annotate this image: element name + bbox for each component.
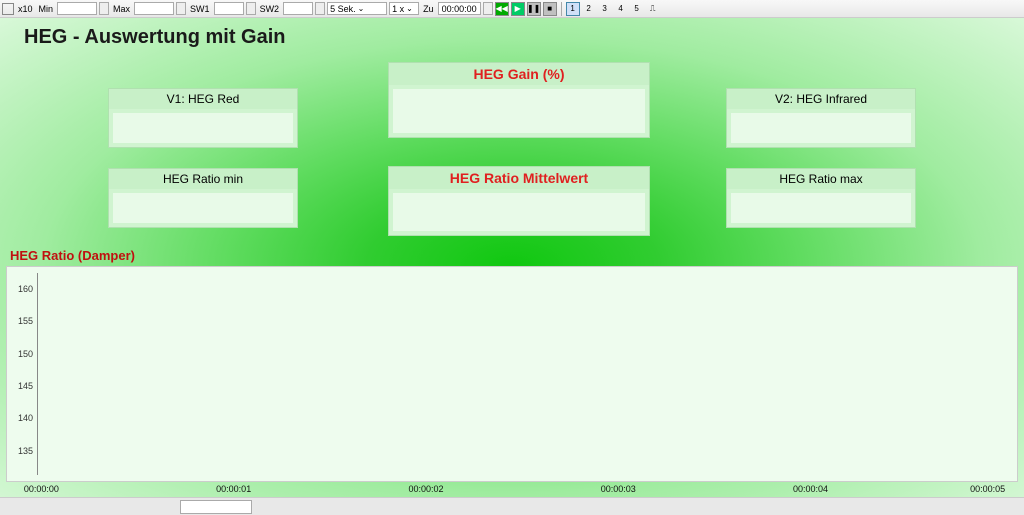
panel-ratio-mittel-title: HEG Ratio Mittelwert	[389, 167, 649, 189]
panel-ratio-min: HEG Ratio min	[108, 168, 298, 228]
layout-button[interactable]: ⎍	[646, 2, 660, 16]
speed-dropdown[interactable]: 1 x	[389, 2, 419, 15]
chart-title: HEG Ratio (Damper)	[10, 248, 135, 263]
page-3-button[interactable]: 3	[598, 2, 612, 16]
y-axis: 160 155 150 145 140 135	[7, 273, 37, 475]
sw1-input[interactable]	[214, 2, 244, 15]
panel-heg-gain: HEG Gain (%)	[388, 62, 650, 138]
separator	[561, 2, 562, 16]
stop-button[interactable]: ■	[543, 2, 557, 16]
panel-ratio-mittel-value	[393, 193, 645, 231]
panel-v1-red: V1: HEG Red	[108, 88, 298, 148]
play-button[interactable]: ▶	[511, 2, 525, 16]
max-input[interactable]	[134, 2, 174, 15]
toolbar: x10 Min Max SW1 SW2 5 Sek. 1 x Zu 00:00:…	[0, 0, 1024, 18]
max-spinner[interactable]	[176, 2, 186, 15]
panel-v2-title: V2: HEG Infrared	[727, 89, 915, 109]
time-display[interactable]: 00:00:00	[438, 2, 481, 15]
page-1-button[interactable]: 1	[566, 2, 580, 16]
x-axis: 00:00:00 00:00:01 00:00:02 00:00:03 00:0…	[6, 484, 1018, 498]
panel-ratio-mittelwert: HEG Ratio Mittelwert	[388, 166, 650, 236]
panel-ratio-min-value	[113, 193, 293, 223]
page-5-button[interactable]: 5	[630, 2, 644, 16]
max-label: Max	[113, 4, 130, 14]
time-spinner[interactable]	[483, 2, 493, 15]
min-input[interactable]	[57, 2, 97, 15]
y-tick: 145	[18, 381, 33, 391]
zu-label: Zu	[423, 4, 434, 14]
y-tick: 160	[18, 284, 33, 294]
status-bar	[0, 497, 1024, 515]
x-tick: 00:00:03	[601, 484, 636, 494]
panel-ratio-max-title: HEG Ratio max	[727, 169, 915, 189]
sw2-input[interactable]	[283, 2, 313, 15]
panel-v2-infrared: V2: HEG Infrared	[726, 88, 916, 148]
rewind-button[interactable]: ◀◀	[495, 2, 509, 16]
y-tick: 135	[18, 446, 33, 456]
x-tick: 00:00:00	[24, 484, 59, 494]
x-tick: 00:00:01	[216, 484, 251, 494]
y-tick: 155	[18, 316, 33, 326]
panel-heg-gain-value	[393, 89, 645, 133]
sw2-label: SW2	[260, 4, 280, 14]
duration-dropdown[interactable]: 5 Sek.	[327, 2, 387, 15]
page-4-button[interactable]: 4	[614, 2, 628, 16]
panel-ratio-max-value	[731, 193, 911, 223]
y-tick: 140	[18, 413, 33, 423]
panel-v1-title: V1: HEG Red	[109, 89, 297, 109]
cursor-tool[interactable]	[2, 3, 14, 15]
y-tick: 150	[18, 349, 33, 359]
x-tick: 00:00:04	[793, 484, 828, 494]
x10-label: x10	[18, 4, 33, 14]
sw1-spinner[interactable]	[246, 2, 256, 15]
chart-area[interactable]: 160 155 150 145 140 135	[6, 266, 1018, 482]
panel-v1-value	[113, 113, 293, 143]
main-area: HEG - Auswertung mit Gain HEG Gain (%) V…	[0, 18, 1024, 515]
page-title: HEG - Auswertung mit Gain	[24, 26, 286, 49]
panel-ratio-min-title: HEG Ratio min	[109, 169, 297, 189]
pause-button[interactable]: ❚❚	[527, 2, 541, 16]
x-tick: 00:00:02	[408, 484, 443, 494]
panel-ratio-max: HEG Ratio max	[726, 168, 916, 228]
page-2-button[interactable]: 2	[582, 2, 596, 16]
plot-region	[37, 273, 1011, 475]
sw2-spinner[interactable]	[315, 2, 325, 15]
sw1-label: SW1	[190, 4, 210, 14]
x-tick: 00:00:05	[970, 484, 1005, 494]
panel-heg-gain-title: HEG Gain (%)	[389, 63, 649, 85]
min-label: Min	[39, 4, 54, 14]
min-spinner[interactable]	[99, 2, 109, 15]
panel-v2-value	[731, 113, 911, 143]
